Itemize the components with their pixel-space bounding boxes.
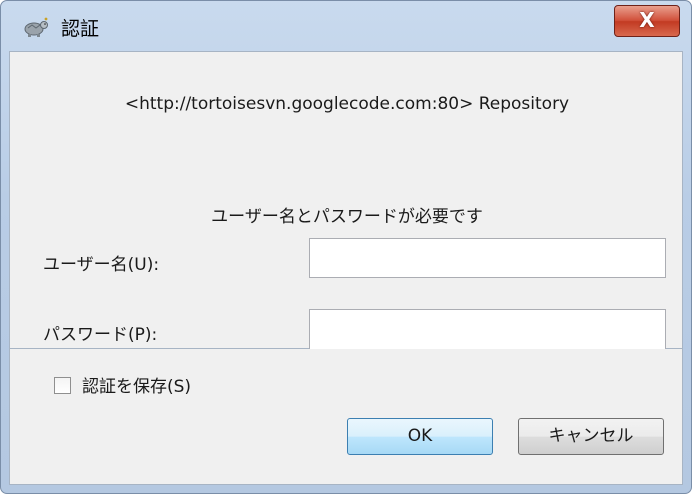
ok-button[interactable]: OK bbox=[347, 418, 493, 455]
cancel-button[interactable]: キャンセル bbox=[518, 418, 664, 455]
save-credentials-checkbox[interactable] bbox=[54, 377, 71, 394]
window-title: 認証 bbox=[61, 18, 100, 40]
save-credentials-label[interactable]: 認証を保存(S) bbox=[82, 372, 191, 397]
password-field[interactable] bbox=[309, 309, 666, 350]
credentials-prompt: ユーザー名とパスワードが必要です bbox=[211, 207, 483, 227]
close-icon: X bbox=[639, 8, 655, 32]
title-bar[interactable]: 認証 X bbox=[1, 1, 691, 51]
realm-text: <http://tortoisesvn.googlecode.com:80> R… bbox=[124, 94, 570, 114]
username-field[interactable] bbox=[309, 238, 666, 278]
auth-dialog-window: 認証 X <http://tortoisesvn.googlecode.com:… bbox=[0, 0, 692, 494]
username-label: ユーザー名(U): bbox=[43, 255, 160, 275]
credentials-panel: <http://tortoisesvn.googlecode.com:80> R… bbox=[9, 51, 683, 350]
close-button[interactable]: X bbox=[614, 5, 680, 37]
dialog-footer: 認証を保存(S) OK キャンセル bbox=[9, 349, 683, 485]
password-label: パスワード(P): bbox=[43, 325, 158, 345]
tortoise-icon bbox=[24, 17, 48, 37]
